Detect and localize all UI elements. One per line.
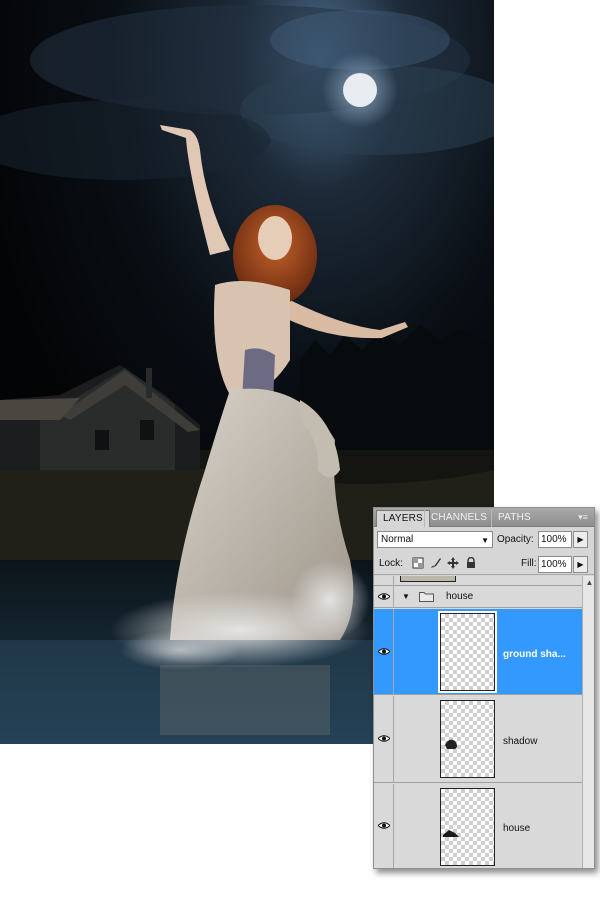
scroll-up-arrow-icon[interactable]: ▲ (583, 576, 594, 589)
tab-paths[interactable]: PATHS (491, 510, 537, 527)
blend-row: Normal ▼ Opacity: 100% ▶ (374, 528, 594, 552)
layers-list: ▼ house ground sha... shadow house (374, 576, 582, 868)
layer-row-house[interactable]: house (374, 784, 582, 868)
panel-tab-bar: LAYERS CHANNELS PATHS ▾≡ (374, 508, 594, 527)
lock-transparent-icon[interactable] (412, 557, 424, 569)
tab-layers[interactable]: LAYERS (376, 510, 430, 527)
panel-menu-icon[interactable]: ▾≡ (575, 512, 591, 523)
layer-thumbnail (438, 611, 497, 693)
layer-group-house[interactable]: ▼ house (374, 586, 582, 608)
folder-icon (419, 592, 434, 602)
house-thumbnail-mark (443, 830, 459, 837)
lock-position-icon[interactable] (447, 557, 459, 569)
eye-icon[interactable] (378, 821, 390, 830)
layer-name[interactable]: shadow (503, 736, 579, 747)
layer-row-ground-shadow[interactable]: ground sha... (374, 609, 582, 695)
layer-name[interactable]: ground sha... (503, 649, 579, 660)
opacity-label: Opacity: (497, 534, 534, 545)
chevron-down-icon: ▼ (481, 536, 489, 545)
fill-slider-arrow-icon[interactable]: ▶ (573, 556, 588, 573)
layer-thumbnail (440, 788, 495, 866)
layer-thumbnail (440, 700, 495, 778)
group-name: house (446, 591, 474, 602)
layers-panel: LAYERS CHANNELS PATHS ▾≡ Normal ▼ Opacit… (373, 507, 595, 869)
shadow-thumbnail-mark (445, 739, 457, 749)
blend-mode-value: Normal (381, 534, 414, 545)
opacity-input[interactable]: 100% (538, 531, 572, 548)
layer-thumbnail-partial (400, 576, 456, 582)
layer-name[interactable]: house (503, 823, 579, 834)
eye-icon[interactable] (378, 647, 390, 656)
layer-row-partial[interactable] (374, 576, 582, 586)
fill-label: Fill: (521, 558, 537, 569)
lock-image-icon[interactable] (430, 557, 442, 569)
lock-label: Lock: (379, 558, 403, 569)
group-expand-triangle-icon[interactable]: ▼ (402, 592, 410, 601)
eye-icon[interactable] (378, 734, 390, 743)
fill-input[interactable]: 100% (538, 556, 572, 573)
opacity-slider-arrow-icon[interactable]: ▶ (573, 531, 588, 548)
layers-scrollbar[interactable]: ▲ (582, 576, 594, 868)
lock-row: Lock: Fill: 100% ▶ (374, 553, 594, 575)
lock-all-icon[interactable] (465, 557, 477, 569)
blend-mode-select[interactable]: Normal ▼ (377, 531, 493, 548)
eye-icon[interactable] (378, 592, 390, 601)
tab-channels[interactable]: CHANNELS (424, 510, 493, 527)
layer-row-shadow[interactable]: shadow (374, 696, 582, 783)
